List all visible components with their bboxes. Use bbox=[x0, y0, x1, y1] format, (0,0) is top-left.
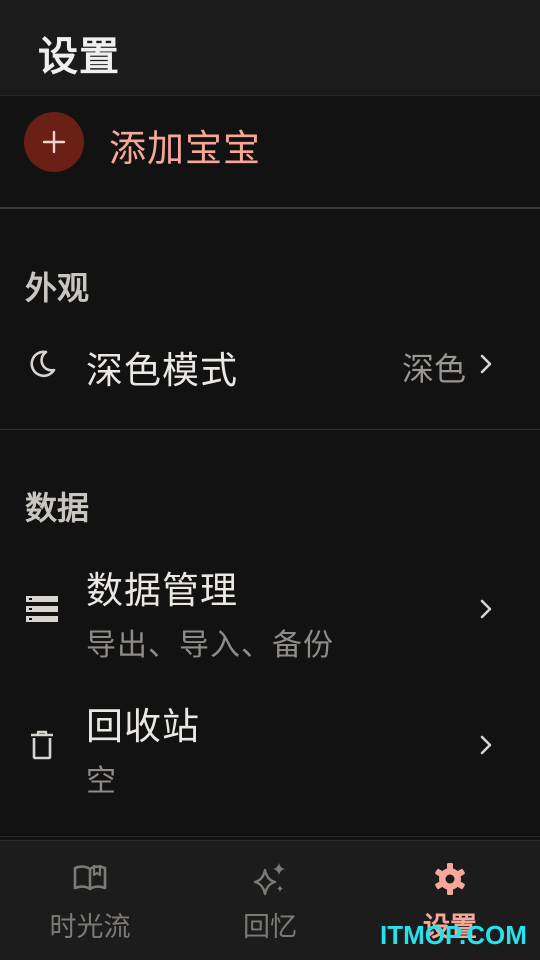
open-book-icon bbox=[73, 865, 107, 891]
moon-icon bbox=[30, 350, 56, 378]
chevron-right-icon bbox=[480, 354, 492, 374]
page-title: 设置 bbox=[38, 34, 120, 80]
section-title-appearance: 外观 bbox=[25, 269, 90, 307]
database-icon bbox=[26, 596, 58, 622]
section-title-data: 数据 bbox=[25, 489, 90, 527]
dark-mode-label: 深色模式 bbox=[86, 349, 238, 392]
nav-item-memories[interactable]: 回忆 bbox=[180, 841, 360, 960]
chevron-right-icon bbox=[480, 599, 492, 619]
trash-row[interactable]: 回收站 空 bbox=[0, 684, 540, 808]
data-management-label: 数据管理 bbox=[86, 569, 238, 612]
nav-label-memories: 回忆 bbox=[243, 912, 297, 943]
trash-subtitle: 空 bbox=[86, 764, 117, 799]
chevron-right-icon bbox=[480, 735, 492, 755]
section-divider bbox=[0, 429, 540, 430]
nav-item-timeline[interactable]: 时光流 bbox=[0, 841, 180, 960]
add-baby-button[interactable] bbox=[24, 112, 84, 172]
app-header: 设置 bbox=[0, 0, 540, 96]
add-baby-row[interactable]: 添加宝宝 bbox=[0, 96, 540, 209]
add-baby-label[interactable]: 添加宝宝 bbox=[109, 118, 261, 172]
dark-mode-row[interactable]: 深色模式 深色 bbox=[0, 322, 540, 406]
sparkles-icon bbox=[253, 863, 285, 896]
gear-icon bbox=[435, 863, 465, 895]
data-management-subtitle: 导出、导入、备份 bbox=[86, 628, 334, 663]
dark-mode-value: 深色 bbox=[401, 350, 466, 388]
nav-label-timeline: 时光流 bbox=[49, 912, 131, 943]
watermark-text: ITMOP.COM bbox=[380, 920, 527, 950]
plus-icon bbox=[42, 130, 66, 154]
data-management-row[interactable]: 数据管理 导出、导入、备份 bbox=[0, 548, 540, 672]
content-bottom-divider bbox=[0, 836, 540, 837]
trash-label: 回收站 bbox=[86, 705, 200, 748]
trash-icon bbox=[31, 730, 53, 760]
